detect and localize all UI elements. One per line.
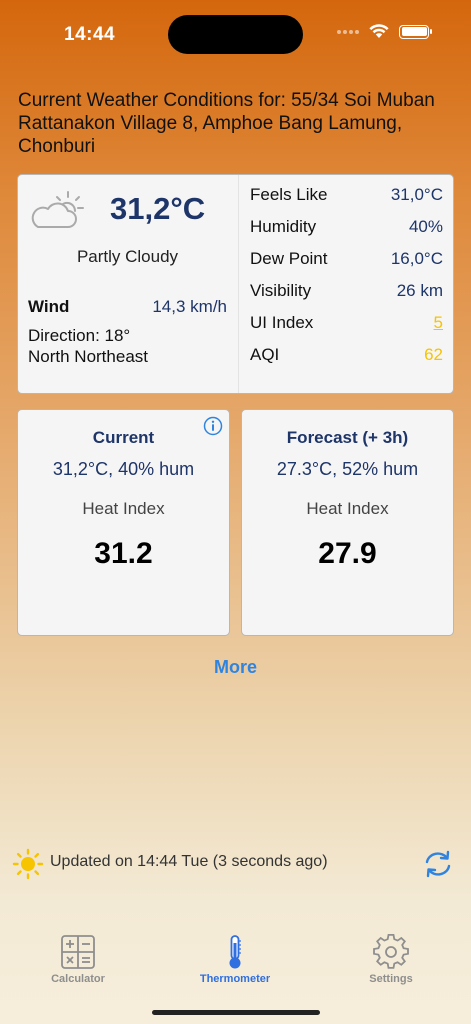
tab-calculator[interactable]: Calculator bbox=[23, 930, 133, 985]
heat-index-value: 31.2 bbox=[94, 537, 153, 570]
aqi-value: 62 bbox=[424, 345, 443, 364]
detail-value: 16,0°C bbox=[390, 249, 443, 268]
tab-thermometer[interactable]: Thermometer bbox=[180, 930, 290, 985]
location-title: Current Weather Conditions for: 55/34 So… bbox=[18, 90, 435, 157]
current-summary: 31,2°C Partly Cloudy Wind 14,3 km/h Dire… bbox=[18, 175, 237, 393]
tab-bar: Calculator Thermometer Settings bbox=[0, 930, 471, 1000]
calculator-icon bbox=[61, 935, 95, 969]
wind-direction: Direction: 18° North Northeast bbox=[28, 325, 148, 367]
detail-value: 26 km bbox=[396, 281, 443, 300]
heat-index-label: Heat Index bbox=[82, 499, 165, 518]
battery-icon bbox=[399, 24, 432, 39]
card-title: Current bbox=[92, 428, 155, 447]
card-title: Forecast (+ 3h) bbox=[286, 428, 409, 447]
detail-label: Visibility bbox=[250, 281, 312, 300]
detail-value: 40% bbox=[408, 217, 443, 236]
detail-row-feels-like: Feels Like 31,0°C bbox=[250, 185, 443, 205]
forecast-heat-index-card: Forecast (+ 3h) 27.3°C, 52% hum Heat Ind… bbox=[241, 409, 454, 636]
card-summary: 31,2°C, 40% hum bbox=[52, 459, 195, 479]
weather-details: Feels Like 31,0°C Humidity 40% Dew Point… bbox=[238, 175, 454, 393]
detail-row-visibility: Visibility 26 km bbox=[250, 281, 443, 301]
partly-cloudy-icon bbox=[31, 191, 84, 228]
detail-row-humidity: Humidity 40% bbox=[250, 217, 443, 237]
card-summary: 27.3°C, 52% hum bbox=[276, 459, 419, 479]
more-button[interactable]: More bbox=[0, 657, 471, 678]
detail-label: Dew Point bbox=[250, 249, 328, 268]
wind-direction-name: North Northeast bbox=[28, 347, 148, 366]
gear-icon bbox=[373, 934, 409, 969]
wind-label: Wind bbox=[28, 297, 70, 316]
wind-speed: 14,3 km/h bbox=[152, 297, 227, 316]
heat-index-label: Heat Index bbox=[306, 499, 389, 518]
last-updated-text: Updated on 14:44 Tue (3 seconds ago) bbox=[50, 853, 328, 870]
current-conditions-card: 31,2°C Partly Cloudy Wind 14,3 km/h Dire… bbox=[17, 174, 454, 394]
detail-row-aqi: AQI 62 bbox=[250, 345, 443, 365]
refresh-icon[interactable] bbox=[423, 850, 453, 878]
cellular-signal-icon bbox=[337, 29, 359, 34]
detail-row-dew-point: Dew Point 16,0°C bbox=[250, 249, 443, 269]
home-indicator bbox=[152, 1010, 320, 1015]
status-time: 14:44 bbox=[64, 24, 116, 45]
detail-label: Feels Like bbox=[250, 185, 328, 204]
detail-label: AQI bbox=[250, 345, 280, 364]
detail-row-uv-index: UI Index 5 bbox=[250, 313, 443, 333]
detail-label: Humidity bbox=[250, 217, 317, 236]
tab-label: Thermometer bbox=[199, 973, 271, 985]
update-status-row: Updated on 14:44 Tue (3 seconds ago) bbox=[12, 848, 459, 880]
tab-label: Calculator bbox=[51, 973, 105, 985]
status-bar: 14:44 bbox=[0, 0, 471, 70]
sun-icon bbox=[12, 848, 44, 880]
dynamic-island bbox=[168, 15, 303, 54]
detail-value: 31,0°C bbox=[390, 185, 443, 204]
uv-index-link[interactable]: 5 bbox=[434, 313, 443, 333]
current-heat-index-card: Current 31,2°C, 40% hum Heat Index 31.2 bbox=[17, 409, 230, 636]
weather-condition: Partly Cloudy bbox=[76, 247, 179, 266]
current-temperature: 31,2°C bbox=[110, 191, 206, 226]
thermometer-icon bbox=[229, 935, 241, 969]
tab-label: Settings bbox=[369, 973, 413, 985]
tab-settings[interactable]: Settings bbox=[336, 930, 446, 985]
status-indicators bbox=[337, 24, 432, 39]
heat-index-value: 27.9 bbox=[318, 537, 377, 570]
wifi-icon bbox=[369, 24, 389, 38]
wind-direction-degrees: Direction: 18° bbox=[28, 326, 131, 345]
detail-label: UI Index bbox=[250, 313, 314, 332]
